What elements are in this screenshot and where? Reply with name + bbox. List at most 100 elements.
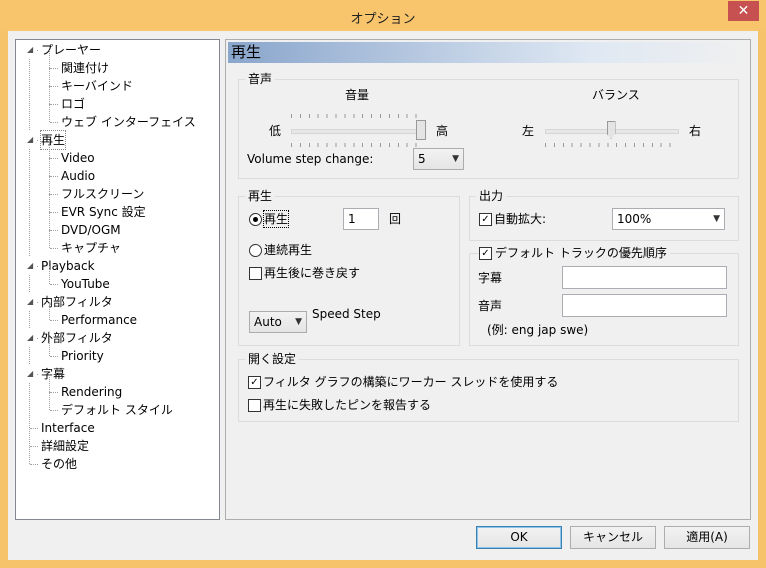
playback-group-label: 再生 <box>245 189 276 203</box>
title-bar[interactable]: オプション ✕ <box>0 0 766 31</box>
tree-item[interactable]: 外部フィルタ <box>41 329 113 347</box>
volume-label: 音量 <box>345 88 370 102</box>
tree-expand-icon[interactable]: ◢ <box>27 131 36 149</box>
tree-item[interactable]: Priority <box>61 347 104 365</box>
output-group-label: 出力 <box>476 189 507 203</box>
tree-expand-icon[interactable]: ◢ <box>27 365 36 383</box>
tree-item[interactable]: DVD/OGM <box>61 221 121 239</box>
tree-connector <box>50 284 58 285</box>
tree-item[interactable]: Video <box>61 149 95 167</box>
tree-item[interactable]: 字幕 <box>41 365 65 383</box>
tree-child-line <box>49 338 50 356</box>
speed-step-select[interactable]: Auto ▼ <box>249 311 307 333</box>
tree-item[interactable]: ウェブ インターフェイス <box>61 113 196 131</box>
tree-expand-icon[interactable]: ◢ <box>27 293 36 311</box>
tree-expand-icon[interactable]: ◢ <box>27 329 36 347</box>
tree-connector <box>50 122 58 123</box>
tree-child-line <box>49 230 50 248</box>
tree-item[interactable]: フルスクリーン <box>61 185 144 203</box>
balance-left-label: 左 <box>522 124 535 138</box>
tree-child-line <box>49 266 50 284</box>
tree-connector <box>50 176 58 177</box>
options-tree[interactable]: ◢ プレーヤー 関連付け キーバインド ロゴ ウェブ インターフェイス ◢ 再生 Video Au… <box>15 39 220 520</box>
report-pins-checkbox[interactable] <box>248 399 261 412</box>
close-button[interactable]: ✕ <box>728 1 759 21</box>
balance-label: バランス <box>592 88 640 102</box>
tree-connector <box>50 392 58 393</box>
tree-item[interactable]: 詳細設定 <box>41 437 89 455</box>
worker-thread-label[interactable]: フィルタ グラフの構築にワーカー スレッドを使用する <box>263 374 558 390</box>
volume-ticks-bottom <box>291 143 421 147</box>
apply-button[interactable]: 適用(A) <box>664 526 750 549</box>
tree-item[interactable]: Performance <box>61 311 137 329</box>
tree-connector <box>50 194 58 195</box>
balance-slider-thumb[interactable] <box>606 121 616 139</box>
tree-item[interactable]: プレーヤー <box>41 41 101 59</box>
open-settings-label: 開く設定 <box>245 352 300 366</box>
tree-item[interactable]: デフォルト スタイル <box>61 401 173 419</box>
tree-connector <box>30 464 38 465</box>
tree-item[interactable]: Rendering <box>61 383 122 401</box>
tree-connector <box>50 104 58 105</box>
tree-item[interactable]: Audio <box>61 167 95 185</box>
play-count-unit: 回 <box>389 212 402 226</box>
ok-button[interactable]: OK <box>476 526 562 549</box>
chevron-down-icon: ▼ <box>452 154 459 164</box>
tree-child-line <box>49 374 50 392</box>
speed-step-label: Speed Step <box>312 307 381 321</box>
autozoom-checkbox[interactable]: ✓ <box>479 213 492 226</box>
tree-child-line <box>49 140 50 158</box>
volume-step-value: 5 <box>418 152 426 166</box>
settings-panel: 再生 音声 音量 低 高 バランス 左 右 Volume step change… <box>225 39 751 520</box>
report-pins-label[interactable]: 再生に失敗したピンを報告する <box>263 397 431 413</box>
tree-child-line <box>49 158 50 176</box>
subtitle-lang-input[interactable] <box>562 266 727 289</box>
track-priority-label[interactable]: デフォルト トラックの優先順序 <box>492 246 670 260</box>
volume-step-select[interactable]: 5 ▼ <box>413 148 464 170</box>
tree-child-line <box>49 302 50 320</box>
tree-item[interactable]: Interface <box>41 419 95 437</box>
worker-thread-checkbox[interactable]: ✓ <box>248 376 261 389</box>
tree-expand-icon[interactable]: ◢ <box>27 41 36 59</box>
panel-title: 再生 <box>228 42 748 63</box>
autozoom-label[interactable]: 自動拡大: <box>494 211 546 227</box>
tree-item[interactable]: その他 <box>41 455 77 473</box>
repeat-radio[interactable] <box>249 244 262 257</box>
play-count-label[interactable]: 再生 <box>262 210 290 228</box>
volume-slider-track[interactable] <box>291 129 423 134</box>
tree-item[interactable]: キーバインド <box>61 77 133 95</box>
track-priority-checkbox[interactable]: ✓ <box>479 247 492 260</box>
volume-slider-thumb[interactable] <box>416 120 426 140</box>
tree-item[interactable]: ロゴ <box>61 95 85 113</box>
repeat-label[interactable]: 連続再生 <box>264 242 312 258</box>
volume-step-label: Volume step change: <box>247 152 374 166</box>
tree-child-line <box>49 104 50 122</box>
audio-lang-label: 音声 <box>478 299 503 313</box>
tree-connector <box>50 230 58 231</box>
output-group: 出力 ✓ 自動拡大: 100% ▼ <box>469 189 739 241</box>
play-count-input[interactable]: 1 <box>343 208 379 230</box>
cancel-button[interactable]: キャンセル <box>570 526 656 549</box>
tree-item[interactable]: 内部フィルタ <box>41 293 113 311</box>
audio-lang-input[interactable] <box>562 294 727 317</box>
open-settings-group: 開く設定 ✓ フィルタ グラフの構築にワーカー スレッドを使用する 再生に失敗し… <box>238 352 739 422</box>
tree-child-line <box>49 392 50 410</box>
rewind-label[interactable]: 再生後に巻き戻す <box>264 265 360 281</box>
audio-group: 音声 音量 低 高 バランス 左 右 Volume step change: 5… <box>238 72 739 179</box>
options-window: オプション ✕ ◢ プレーヤー 関連付け キーバインド ロゴ ウェブ インターフェイス ◢ 再… <box>0 0 766 568</box>
tree-expand-icon[interactable]: ◢ <box>27 257 36 275</box>
tree-item[interactable]: 再生 <box>39 130 67 150</box>
tree-item[interactable]: 関連付け <box>61 59 109 77</box>
volume-high-label: 高 <box>436 124 449 138</box>
rewind-checkbox[interactable] <box>249 267 262 280</box>
balance-ticks <box>545 143 677 147</box>
autozoom-select[interactable]: 100% ▼ <box>612 208 725 230</box>
tree-item[interactable]: EVR Sync 設定 <box>61 203 146 221</box>
tree-child-line <box>49 194 50 212</box>
window-title: オプション <box>350 12 416 27</box>
play-count-radio[interactable] <box>249 213 262 226</box>
tree-child-line <box>49 212 50 230</box>
track-example-text: (例: eng jap swe) <box>487 323 589 337</box>
tree-item[interactable]: キャプチャ <box>61 239 121 257</box>
tree-item[interactable]: YouTube <box>61 275 110 293</box>
